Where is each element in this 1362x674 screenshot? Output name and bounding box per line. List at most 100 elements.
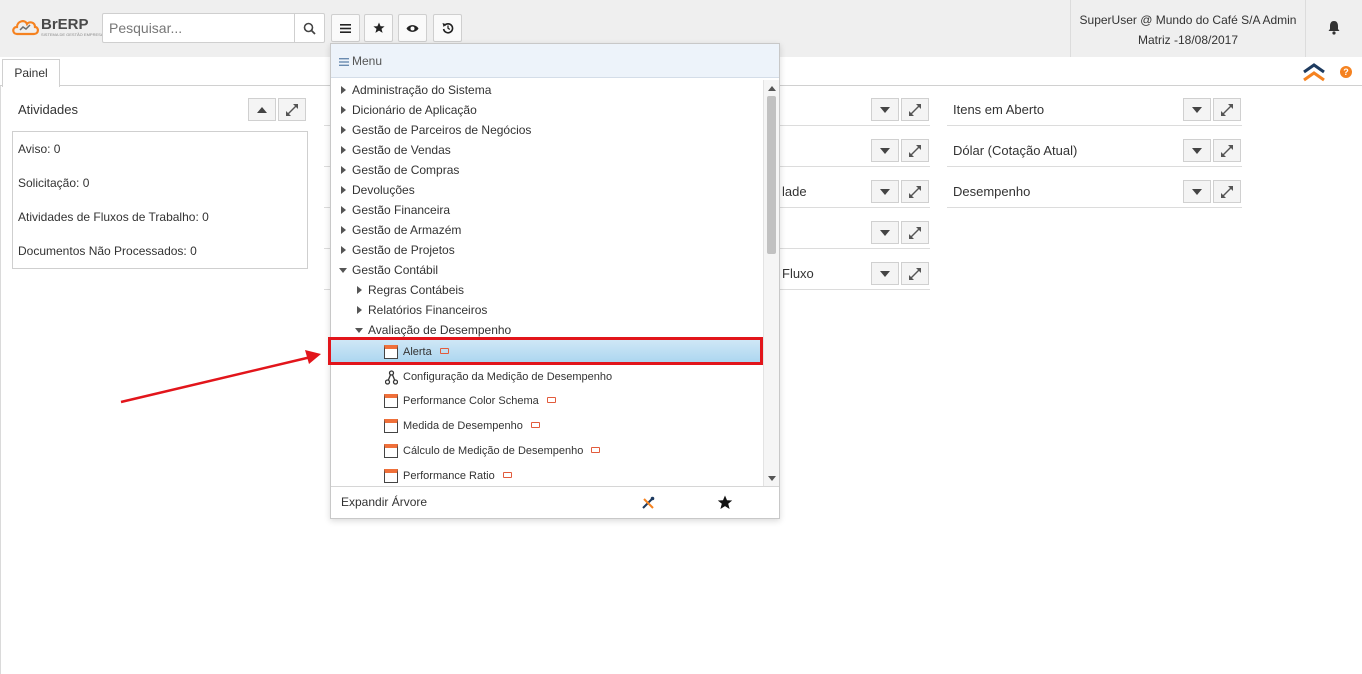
tree-node-label: Administração do Sistema xyxy=(352,83,492,97)
leaf-label: Performance Ratio xyxy=(403,470,495,482)
star-add-icon[interactable] xyxy=(717,495,733,510)
triangle-down-icon xyxy=(1192,106,1202,113)
tree-node[interactable]: Dicionário de Aplicação xyxy=(331,100,763,120)
activities-title: Atividades xyxy=(18,102,78,117)
eye-icon xyxy=(406,24,419,32)
menu-icon xyxy=(340,23,351,33)
menu-leaf[interactable]: Performance Color Schema xyxy=(331,389,763,414)
tree-node[interactable]: Gestão de Projetos xyxy=(331,240,763,260)
panel-maximize-button[interactable] xyxy=(901,98,929,121)
help-icon[interactable]: ? xyxy=(1340,66,1352,78)
new-window-icon[interactable] xyxy=(530,422,540,429)
expand-icon xyxy=(1221,185,1233,198)
new-window-icon[interactable] xyxy=(546,397,556,404)
leaf-label: Cálculo de Medição de Desempenho xyxy=(403,445,584,457)
tree-node-label: Gestão Financeira xyxy=(352,203,451,217)
notifications-button[interactable] xyxy=(1327,20,1341,40)
triangle-up-icon xyxy=(257,106,267,113)
divider xyxy=(947,166,1242,167)
triangle-down-icon xyxy=(880,188,890,195)
tree-node[interactable]: Gestão Financeira xyxy=(331,200,763,220)
triangle-down-icon xyxy=(880,270,890,277)
panel-dropdown-button[interactable] xyxy=(871,221,899,244)
scroll-thumb[interactable] xyxy=(767,96,776,254)
activities-maximize-button[interactable] xyxy=(278,98,306,121)
new-window-icon[interactable] xyxy=(591,447,601,454)
expand-tree-button[interactable]: Expandir Árvore xyxy=(341,495,427,509)
workflow-icon xyxy=(385,370,398,385)
triangle-down-icon xyxy=(880,229,890,236)
panel-dropdown-button[interactable] xyxy=(871,98,899,121)
search-box xyxy=(102,13,325,43)
favorites-button[interactable] xyxy=(364,14,393,42)
window-icon xyxy=(384,469,398,483)
history-button[interactable] xyxy=(433,14,462,42)
panel-maximize-button[interactable] xyxy=(1213,180,1241,203)
triangle-down-icon xyxy=(1192,147,1202,154)
caret-right-icon xyxy=(341,106,346,114)
caret-down-icon xyxy=(339,268,347,273)
panel-dropdown-button[interactable] xyxy=(871,262,899,285)
expand-icon xyxy=(909,267,921,280)
expand-icon xyxy=(909,144,921,157)
tab-painel[interactable]: Painel xyxy=(2,59,60,87)
menu-leaf[interactable]: Medida de Desempenho xyxy=(331,414,763,439)
menu-leaf[interactable]: Cálculo de Medição de Desempenho xyxy=(331,439,763,464)
collapse-header-button[interactable] xyxy=(1302,62,1326,87)
menu-leaf[interactable]: Configuração da Medição de Desempenho xyxy=(331,365,763,390)
expand-icon xyxy=(909,103,921,116)
window-icon xyxy=(384,444,398,458)
panel-maximize-button[interactable] xyxy=(901,180,929,203)
menu-header-label: Menu xyxy=(352,54,383,68)
menu-tree: Administração do Sistema Dicionário de A… xyxy=(331,80,763,486)
window-icon xyxy=(384,394,398,408)
divider xyxy=(947,125,1242,126)
panel-dropdown-button[interactable] xyxy=(871,180,899,203)
content-left-border xyxy=(0,86,1,674)
expand-icon xyxy=(909,185,921,198)
panel-dropdown-button[interactable] xyxy=(871,139,899,162)
tree-node[interactable]: Gestão de Armazém xyxy=(331,220,763,240)
view-button[interactable] xyxy=(398,14,427,42)
expand-icon xyxy=(1221,144,1233,157)
tree-node[interactable]: Gestão de Parceiros de Negócios xyxy=(331,120,763,140)
panel-maximize-button[interactable] xyxy=(901,262,929,285)
menu-leaf[interactable]: Performance Ratio xyxy=(331,464,763,486)
middle-panel-title-partial: Fluxo xyxy=(782,266,814,281)
search-input[interactable] xyxy=(103,14,295,42)
panel-dropdown-button[interactable] xyxy=(1183,98,1211,121)
expand-icon xyxy=(909,226,921,239)
user-info[interactable]: SuperUser @ Mundo do Café S/A Admin Matr… xyxy=(1070,0,1306,57)
panel-maximize-button[interactable] xyxy=(1213,139,1241,162)
panel-dropdown-button[interactable] xyxy=(1183,139,1211,162)
divider xyxy=(780,125,930,126)
panel-maximize-button[interactable] xyxy=(901,221,929,244)
tree-node[interactable]: Gestão de Vendas xyxy=(331,140,763,160)
panel-maximize-button[interactable] xyxy=(901,139,929,162)
window-icon xyxy=(384,419,398,433)
activities-collapse-button[interactable] xyxy=(248,98,276,121)
scroll-up-icon[interactable] xyxy=(768,86,776,91)
activity-unprocessed-docs[interactable]: Documentos Não Processados: 0 xyxy=(18,238,302,272)
activity-aviso[interactable]: Aviso: 0 xyxy=(18,136,302,170)
tree-node[interactable]: Relatórios Financeiros xyxy=(331,300,763,320)
new-window-icon[interactable] xyxy=(502,472,512,479)
tree-node[interactable]: Devoluções xyxy=(331,180,763,200)
panel-dropdown-button[interactable] xyxy=(1183,180,1211,203)
brerp-logo[interactable]: BrERP SISTEMA DE GESTÃO EMPRESARIAL xyxy=(11,15,112,41)
tree-node[interactable]: Administração do Sistema xyxy=(331,80,763,100)
menu-button[interactable] xyxy=(331,14,360,42)
caret-right-icon xyxy=(357,306,362,314)
activities-list: Aviso: 0 Solicitação: 0 Atividades de Fl… xyxy=(12,131,308,269)
tree-node[interactable]: Regras Contábeis xyxy=(331,280,763,300)
leaf-label: Configuração da Medição de Desempenho xyxy=(403,371,613,383)
activity-workflow[interactable]: Atividades de Fluxos de Trabalho: 0 xyxy=(18,204,302,238)
menu-scrollbar[interactable] xyxy=(763,80,779,486)
scroll-down-icon[interactable] xyxy=(768,476,776,481)
tree-node[interactable]: Gestão Contábil xyxy=(331,260,763,280)
tools-icon[interactable] xyxy=(641,496,655,510)
search-button[interactable] xyxy=(294,14,324,42)
panel-maximize-button[interactable] xyxy=(1213,98,1241,121)
tree-node[interactable]: Gestão de Compras xyxy=(331,160,763,180)
activity-solicitacao[interactable]: Solicitação: 0 xyxy=(18,170,302,204)
